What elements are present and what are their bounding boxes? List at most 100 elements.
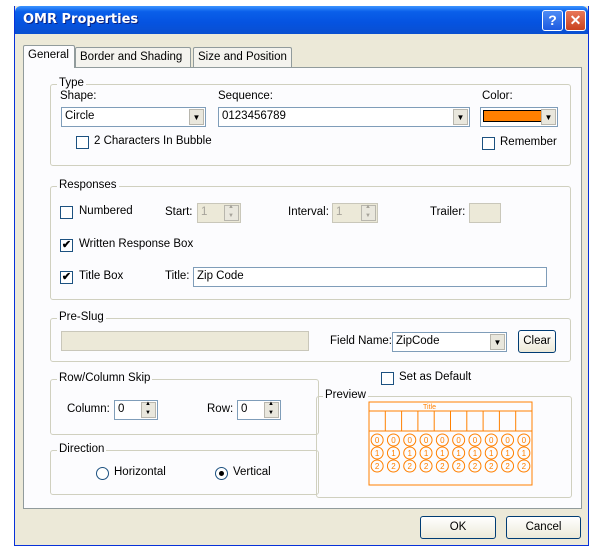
title-box-checkbox[interactable]: ✔ (60, 271, 73, 284)
preview-bubble-digit: 1 (489, 449, 494, 458)
preview-bubble-digit: 0 (375, 436, 380, 445)
preview-bubble-digit: 2 (456, 462, 461, 471)
preview-bubble-digit: 0 (456, 436, 461, 445)
color-picker[interactable]: ▼ (480, 107, 558, 127)
title-box-label: Title Box (79, 270, 124, 282)
cancel-button[interactable]: Cancel (506, 516, 581, 539)
chevron-down-icon[interactable]: ▼ (453, 109, 468, 125)
sequence-label: Sequence: (218, 90, 273, 102)
written-response-label: Written Response Box (79, 238, 194, 250)
horizontal-radio[interactable] (96, 467, 109, 480)
start-stepper[interactable]: 1 (197, 203, 241, 223)
set-default-checkbox[interactable] (381, 372, 394, 385)
preview-title-text: Title (423, 404, 436, 411)
help-icon: ? (548, 12, 557, 28)
chevron-down-icon[interactable]: ▼ (490, 334, 505, 350)
two-chars-checkbox[interactable] (76, 136, 89, 149)
horizontal-label: Horizontal (114, 466, 166, 478)
preview-bubble-digit: 1 (456, 449, 461, 458)
row-value: 0 (241, 403, 248, 415)
two-chars-label: 2 Characters In Bubble (94, 135, 212, 147)
ok-button[interactable]: OK (420, 516, 496, 539)
column-value: 0 (118, 403, 125, 415)
numbered-checkbox[interactable] (60, 206, 73, 219)
spinner-arrows-icon[interactable] (224, 204, 239, 221)
remember-checkbox[interactable] (482, 137, 495, 150)
preview-bubble-digit: 0 (473, 436, 478, 445)
preview-bubble-digit: 0 (391, 436, 396, 445)
preslug-legend: Pre-Slug (57, 311, 106, 323)
preslug-group: Pre-Slug Field Name: ZipCode ▼ Clear (50, 311, 571, 362)
preview-bubble-digit: 2 (522, 462, 527, 471)
chevron-down-icon[interactable]: ▼ (189, 109, 204, 125)
close-icon: ✕ (569, 12, 582, 28)
interval-label: Interval: (288, 206, 329, 218)
preview-bubble-digit: 2 (391, 462, 396, 471)
preview-bubble-digit: 0 (424, 436, 429, 445)
preview-bubble-digit: 1 (375, 449, 380, 458)
preview-columns (384, 411, 517, 431)
preview-bubble-digit: 1 (522, 449, 527, 458)
start-label: Start: (165, 206, 193, 218)
shape-select[interactable]: Circle ▼ (61, 107, 206, 127)
trailer-input[interactable] (469, 203, 501, 223)
sequence-value: 0123456789 (222, 110, 286, 122)
preview-bubble-digit: 2 (440, 462, 445, 471)
preview-bubble-digit: 2 (489, 462, 494, 471)
preview-bubble-digit: 2 (473, 462, 478, 471)
interval-value: 1 (336, 206, 343, 218)
spinner-arrows-icon[interactable] (264, 401, 279, 418)
preview-bubble-digit: 1 (505, 449, 510, 458)
preview-bubble-digit: 1 (391, 449, 396, 458)
title-label: Title: (165, 270, 190, 282)
responses-legend: Responses (57, 179, 119, 191)
preview-bubble-digit: 0 (408, 436, 413, 445)
shape-label: Shape: (60, 90, 97, 102)
skip-group: Row/Column Skip Column: 0 Row: 0 (50, 372, 319, 435)
preslug-input[interactable] (61, 331, 309, 351)
dialog-title: OMR Properties (23, 12, 139, 27)
vertical-radio[interactable] (215, 467, 228, 480)
clear-button[interactable]: Clear (518, 330, 556, 353)
spinner-arrows-icon[interactable] (361, 204, 376, 221)
direction-legend: Direction (57, 443, 107, 455)
preview-bubble-digit: 1 (424, 449, 429, 458)
preview-bubble-digit: 0 (440, 436, 445, 445)
tab-general[interactable]: General (23, 45, 75, 68)
field-name-value: ZipCode (396, 335, 440, 347)
preview-bubble-digit: 1 (408, 449, 413, 458)
spinner-arrows-icon[interactable] (141, 401, 156, 418)
vertical-label: Vertical (233, 466, 271, 478)
preview-bubble-digit: 2 (375, 462, 380, 471)
row-stepper[interactable]: 0 (237, 400, 281, 420)
interval-stepper[interactable]: 1 (332, 203, 378, 223)
check-icon: ✔ (61, 271, 72, 283)
check-icon: ✔ (61, 239, 72, 251)
preview-bubble-digit: 2 (424, 462, 429, 471)
color-label: Color: (482, 90, 513, 102)
preview-bubble-digit: 1 (440, 449, 445, 458)
direction-group: Direction Horizontal Vertical (50, 443, 319, 495)
close-button[interactable]: ✕ (565, 10, 586, 31)
trailer-label: Trailer: (430, 206, 466, 218)
omr-properties-dialog: OMR Properties ? ✕ General Border and Sh… (14, 6, 589, 546)
title-bar[interactable]: OMR Properties ? ✕ (15, 6, 588, 34)
start-value: 1 (201, 206, 208, 218)
set-default-label: Set as Default (399, 371, 472, 383)
tab-size-and-position[interactable]: Size and Position (193, 47, 292, 67)
written-response-checkbox[interactable]: ✔ (60, 239, 73, 252)
responses-group: Responses Numbered Start: 1 Interval: 1 … (50, 179, 571, 300)
sequence-select[interactable]: 0123456789 ▼ (218, 107, 470, 127)
tab-border-and-shading[interactable]: Border and Shading (75, 47, 191, 67)
column-stepper[interactable]: 0 (114, 400, 158, 420)
chevron-down-icon[interactable]: ▼ (541, 109, 556, 125)
numbered-label: Numbered (79, 205, 133, 217)
field-name-label: Field Name: (330, 335, 392, 347)
color-swatch[interactable] (483, 110, 543, 122)
title-input[interactable]: Zip Code (193, 267, 547, 287)
preview-group: Preview Title 00000000001111111111222222… (316, 389, 572, 498)
help-button[interactable]: ? (542, 10, 563, 31)
shape-value: Circle (65, 110, 95, 122)
type-legend: Type (57, 77, 86, 89)
field-name-select[interactable]: ZipCode ▼ (392, 332, 507, 352)
